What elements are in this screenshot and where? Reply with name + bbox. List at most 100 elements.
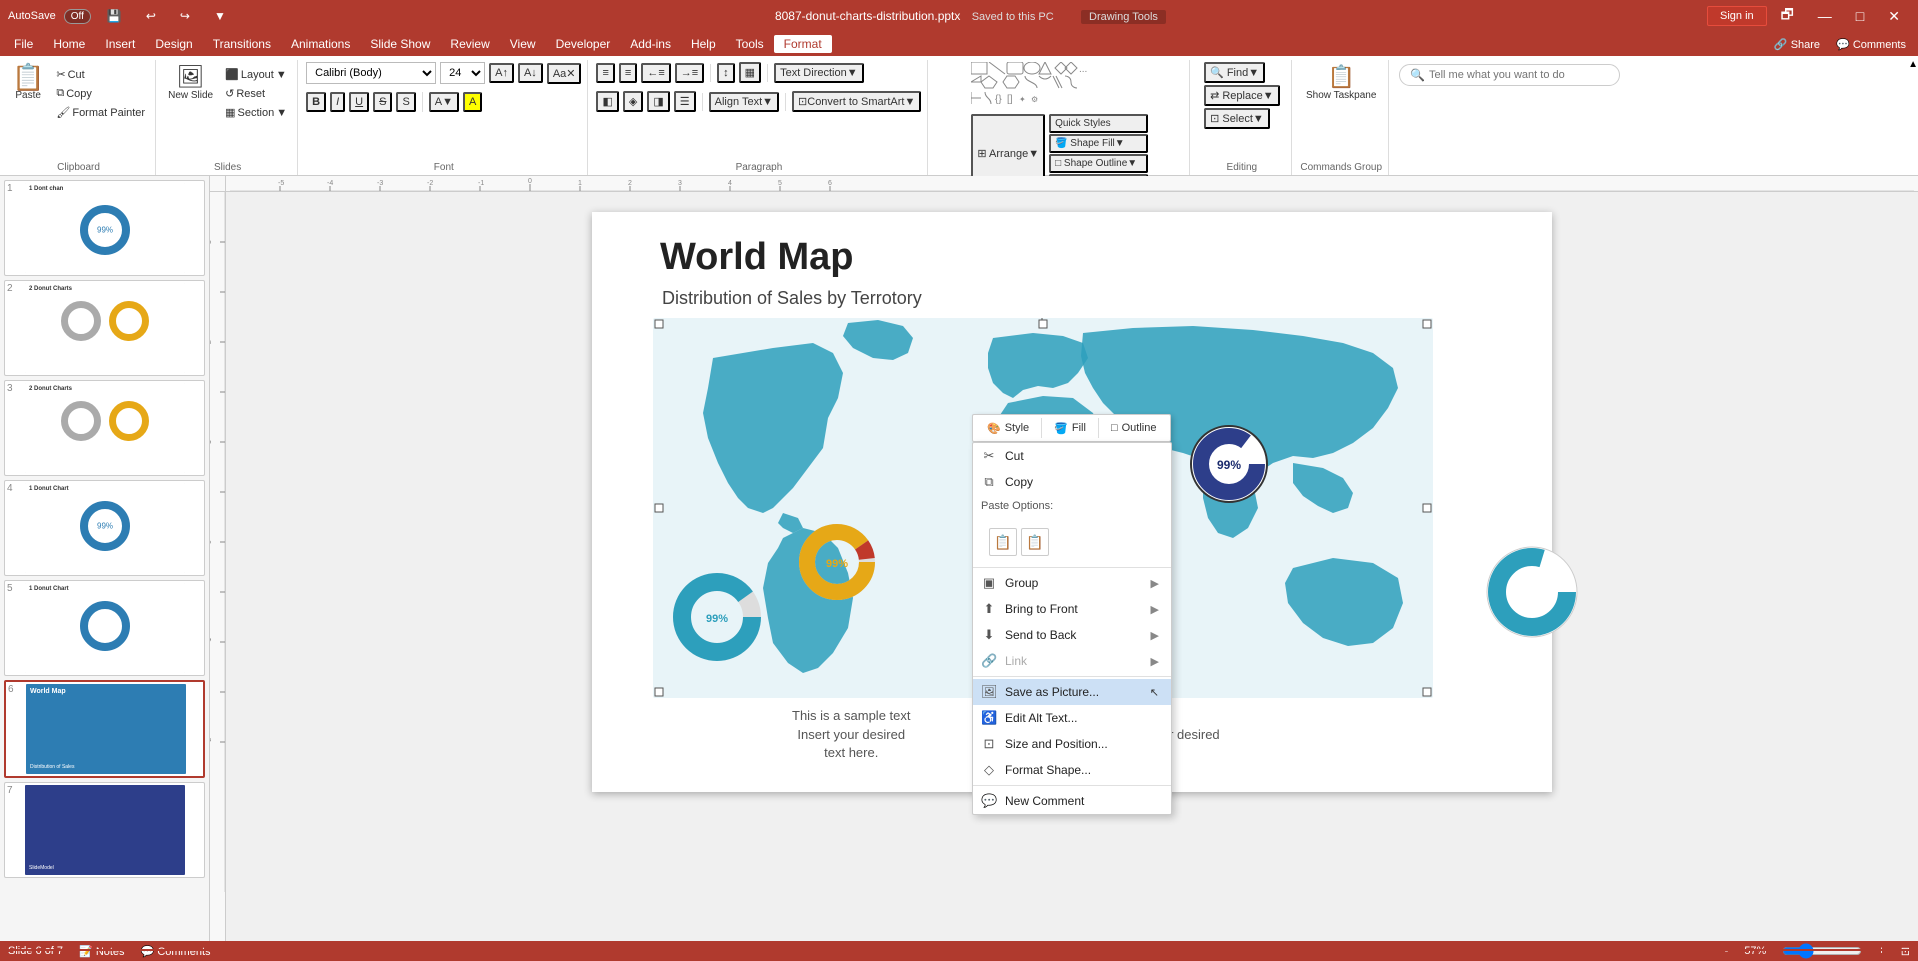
menu-insert[interactable]: Insert bbox=[95, 35, 145, 53]
maximize-window-button[interactable]: □ bbox=[1846, 6, 1874, 26]
slide-thumb-6[interactable]: 6 World Map Distribution of Sales bbox=[4, 680, 205, 778]
menu-help[interactable]: Help bbox=[681, 35, 726, 53]
paste-option-1[interactable]: 📋 bbox=[989, 528, 1017, 556]
align-right-button[interactable]: ◨ bbox=[647, 91, 669, 112]
ctx-cut-label: Cut bbox=[1005, 449, 1024, 463]
menu-developer[interactable]: Developer bbox=[546, 35, 621, 53]
section-button[interactable]: ▦ Section ▼ bbox=[221, 104, 291, 121]
bullets-button[interactable]: ≡ bbox=[596, 63, 614, 83]
mini-outline-button[interactable]: □ Outline bbox=[1103, 419, 1165, 437]
new-slide-button[interactable]: 🖼 New Slide bbox=[164, 62, 217, 103]
link-icon: 🔗 bbox=[981, 653, 997, 669]
shape-outline-button[interactable]: □ Shape Outline▼ bbox=[1049, 154, 1148, 173]
ctx-new-comment[interactable]: 💬 New Comment bbox=[973, 788, 1171, 814]
ctx-copy[interactable]: ⧉ Copy bbox=[973, 469, 1171, 495]
menu-view[interactable]: View bbox=[500, 35, 546, 53]
customize-qat-button[interactable]: ▼ bbox=[206, 7, 234, 25]
decrease-indent-button[interactable]: ←≡ bbox=[641, 63, 670, 83]
find-button[interactable]: 🔍 Find▼ bbox=[1204, 62, 1265, 83]
bold-button[interactable]: B bbox=[306, 92, 326, 112]
undo-button[interactable]: ↩ bbox=[138, 7, 164, 25]
menu-design[interactable]: Design bbox=[145, 35, 202, 53]
save-button[interactable]: 💾 bbox=[99, 7, 130, 25]
slide-thumb-4[interactable]: 4 1 Donut Chart 99% bbox=[4, 480, 205, 576]
sign-in-button[interactable]: Sign in bbox=[1707, 6, 1767, 26]
autosave-toggle[interactable]: Off bbox=[64, 9, 91, 24]
ctx-save-as-picture[interactable]: 🖼 Save as Picture... ↖ bbox=[973, 679, 1171, 705]
mini-style-button[interactable]: 🎨 Style bbox=[979, 419, 1037, 438]
comments-button[interactable]: 💬 Comments bbox=[1828, 36, 1914, 53]
slide-thumb-2[interactable]: 2 2 Donut Charts bbox=[4, 280, 205, 376]
numbering-button[interactable]: ≡ bbox=[619, 63, 637, 83]
font-color-button[interactable]: A▼ bbox=[429, 92, 459, 112]
slide-thumb-1[interactable]: 1 1 Dont chan 99% bbox=[4, 180, 205, 276]
ctx-cut[interactable]: ✂ Cut bbox=[973, 443, 1171, 469]
justify-button[interactable]: ☰ bbox=[674, 91, 696, 112]
increase-indent-button[interactable]: →≡ bbox=[675, 63, 704, 83]
text-direction-button[interactable]: Text Direction▼ bbox=[774, 63, 864, 83]
menu-transitions[interactable]: Transitions bbox=[203, 35, 281, 53]
minimize-window-button[interactable]: — bbox=[1808, 6, 1842, 26]
paste-button[interactable]: 📋 Paste bbox=[8, 62, 48, 103]
zoom-slider[interactable] bbox=[1782, 943, 1862, 959]
strikethrough-button[interactable]: S bbox=[373, 92, 392, 112]
notes-button[interactable]: 📝 Notes bbox=[79, 945, 125, 958]
clear-format-button[interactable]: Aa✕ bbox=[547, 63, 582, 84]
select-button[interactable]: ⊡ Select▼ bbox=[1204, 108, 1270, 129]
ctx-size-position[interactable]: ⊡ Size and Position... bbox=[973, 731, 1171, 757]
restore-window-button[interactable]: 🗗 bbox=[1771, 2, 1804, 30]
ctx-format-shape[interactable]: ◇ Format Shape... bbox=[973, 757, 1171, 783]
ctx-edit-alt-text[interactable]: ♿ Edit Alt Text... bbox=[973, 705, 1171, 731]
quick-styles-button[interactable]: Quick Styles bbox=[1049, 114, 1148, 133]
paste-option-2[interactable]: 📋 bbox=[1021, 528, 1049, 556]
format-painter-button[interactable]: 🖌Format Painter bbox=[52, 104, 149, 121]
decrease-font-button[interactable]: A↓ bbox=[518, 63, 543, 83]
line-spacing-button[interactable]: ↕ bbox=[717, 63, 735, 83]
ctx-send-to-back[interactable]: ⬇ Send to Back ▶ bbox=[973, 622, 1171, 648]
menu-animations[interactable]: Animations bbox=[281, 35, 360, 53]
menu-file[interactable]: File bbox=[4, 35, 43, 53]
slide-thumb-5[interactable]: 5 1 Donut Chart bbox=[4, 580, 205, 676]
shape-fill-button[interactable]: 🪣 Shape Fill▼ bbox=[1049, 134, 1148, 153]
font-name-selector[interactable]: Calibri (Body) bbox=[306, 62, 436, 84]
zoom-in-button[interactable]: + bbox=[1878, 945, 1884, 957]
ruler-expand-button[interactable]: ▲ bbox=[1908, 59, 1918, 70]
font-size-selector[interactable]: 24 bbox=[440, 62, 485, 84]
shadow-button[interactable]: S bbox=[396, 92, 415, 112]
share-button[interactable]: 🔗 Share bbox=[1766, 36, 1828, 53]
menu-slideshow[interactable]: Slide Show bbox=[360, 35, 440, 53]
align-text-button[interactable]: Align Text▼ bbox=[709, 92, 779, 112]
slide-thumb-7[interactable]: 7 SlideModel bbox=[4, 782, 205, 878]
search-input[interactable] bbox=[1429, 69, 1609, 81]
fit-slide-button[interactable]: ⊡ bbox=[1901, 945, 1910, 958]
align-left-button[interactable]: ◧ bbox=[596, 91, 618, 112]
menu-review[interactable]: Review bbox=[440, 35, 499, 53]
menu-tools[interactable]: Tools bbox=[726, 35, 774, 53]
zoom-out-button[interactable]: - bbox=[1725, 945, 1729, 957]
ctx-bring-to-front[interactable]: ⬆ Bring to Front ▶ bbox=[973, 596, 1171, 622]
redo-button[interactable]: ↪ bbox=[172, 7, 198, 25]
ctx-group[interactable]: ▣ Group ▶ bbox=[973, 570, 1171, 596]
increase-font-button[interactable]: A↑ bbox=[489, 63, 514, 83]
layout-button[interactable]: ⬛ Layout ▼ bbox=[221, 66, 291, 83]
cut-button[interactable]: ✂Cut bbox=[52, 66, 149, 83]
reset-button[interactable]: ↺ Reset bbox=[221, 85, 291, 102]
columns-button[interactable]: ▦ bbox=[739, 62, 761, 83]
menu-home[interactable]: Home bbox=[43, 35, 95, 53]
copy-button[interactable]: ⧉Copy bbox=[52, 85, 149, 102]
menu-format[interactable]: Format bbox=[774, 35, 832, 53]
search-box[interactable]: 🔍 bbox=[1399, 64, 1620, 86]
ruler-h-svg: -5 -4 -3 -2 -1 0 1 2 bbox=[230, 176, 1914, 192]
convert-smartart-button[interactable]: ⊡Convert to SmartArt▼ bbox=[792, 91, 921, 112]
close-window-button[interactable]: ✕ bbox=[1878, 6, 1910, 27]
underline-button[interactable]: U bbox=[349, 92, 369, 112]
highlight-color-button[interactable]: A bbox=[463, 92, 482, 112]
comments-button-status[interactable]: 💬 Comments bbox=[141, 945, 211, 958]
mini-fill-button[interactable]: 🪣 Fill bbox=[1046, 419, 1094, 438]
align-center-button[interactable]: ◈ bbox=[623, 91, 643, 112]
menu-addins[interactable]: Add-ins bbox=[620, 35, 681, 53]
replace-button[interactable]: ⇄ Replace▼ bbox=[1204, 85, 1280, 106]
show-taskpane-button[interactable]: 📋 Show Taskpane bbox=[1302, 62, 1380, 103]
italic-button[interactable]: I bbox=[330, 92, 345, 112]
slide-thumb-3[interactable]: 3 2 Donut Charts bbox=[4, 380, 205, 476]
